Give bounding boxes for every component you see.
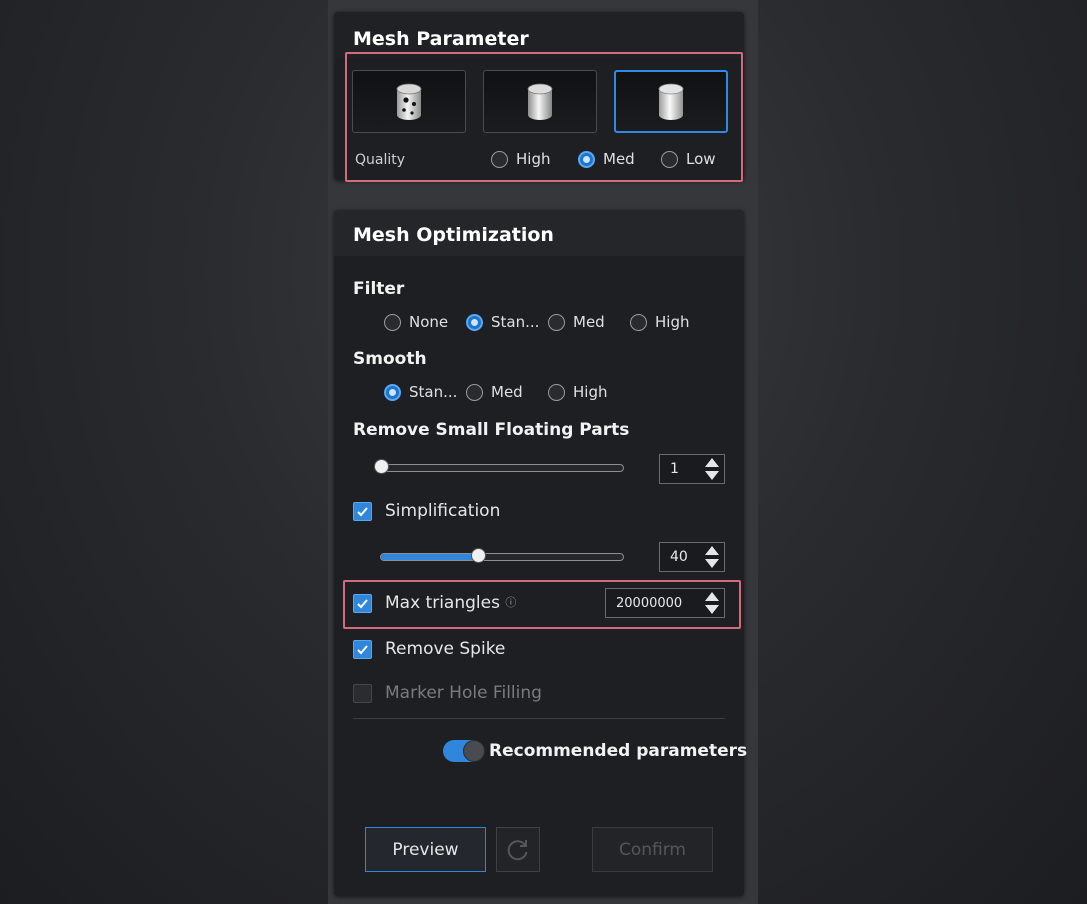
filter-radio-med[interactable]: Med [548, 313, 605, 331]
confirm-button[interactable]: Confirm [592, 827, 713, 872]
smooth-radio-med[interactable]: Med [466, 383, 523, 401]
smooth-radio-standard[interactable]: Stan... [384, 383, 457, 401]
quality-med-button[interactable] [483, 70, 597, 133]
cylinder-holes-icon [396, 83, 422, 120]
filter-label: Filter [353, 279, 405, 299]
marker-hole-filling-label: Marker Hole Filling [385, 683, 542, 703]
simplification-slider-handle[interactable] [470, 548, 486, 563]
smooth-label: Smooth [353, 349, 427, 369]
simplification-slider-fill [381, 554, 478, 560]
recommended-parameters-label: Recommended parameters [489, 741, 748, 761]
spin-arrows-icon[interactable] [704, 457, 720, 481]
section-divider [353, 718, 725, 719]
floating-parts-slider[interactable] [374, 459, 624, 474]
remove-spike-label: Remove Spike [385, 639, 506, 659]
recommended-parameters-toggle[interactable] [443, 740, 485, 762]
quality-radio-low[interactable]: Low [661, 150, 716, 168]
radio-button-icon [548, 383, 565, 401]
remove-spike-checkbox[interactable] [353, 640, 372, 659]
filter-radio-high[interactable]: High [630, 313, 689, 331]
checkmark-icon [357, 507, 368, 517]
quality-radio-med[interactable]: Med [578, 150, 635, 168]
spin-arrows-icon[interactable] [704, 591, 720, 615]
quality-low-button[interactable] [614, 70, 728, 133]
spin-arrows-icon[interactable] [704, 545, 720, 569]
quality-high-button[interactable] [352, 70, 466, 133]
radio-button-icon [466, 383, 483, 401]
simplification-checkbox[interactable] [353, 502, 372, 521]
checkmark-icon [357, 599, 368, 609]
simplification-spinbox[interactable]: 40 [659, 542, 725, 572]
radio-button-icon [384, 313, 401, 331]
max-triangles-label: Max triangles ⓘ [385, 593, 517, 613]
toggle-thumb [463, 740, 485, 762]
remove-floating-parts-label: Remove Small Floating Parts [353, 420, 630, 440]
reset-button[interactable] [496, 827, 540, 872]
quality-radio-high[interactable]: High [491, 150, 550, 168]
preview-button[interactable]: Preview [365, 827, 486, 872]
filter-radio-standard[interactable]: Stan... [466, 313, 539, 331]
floating-parts-spinbox[interactable]: 1 [659, 454, 725, 484]
simplification-slider[interactable] [380, 548, 624, 563]
radio-button-selected-icon [384, 383, 401, 401]
floating-parts-slider-handle[interactable] [374, 459, 389, 474]
radio-button-selected-icon [578, 150, 595, 168]
radio-button-icon [491, 150, 508, 168]
radio-button-selected-icon [466, 313, 483, 331]
smooth-radio-high[interactable]: High [548, 383, 607, 401]
radio-button-icon [548, 313, 565, 331]
checkmark-icon [357, 645, 368, 655]
refresh-icon [507, 839, 528, 860]
max-triangles-checkbox[interactable] [353, 594, 372, 613]
max-triangles-spinbox[interactable]: 20000000 [605, 588, 725, 618]
filter-radio-none[interactable]: None [384, 313, 448, 331]
marker-hole-filling-checkbox[interactable] [353, 684, 372, 703]
cylinder-medium-icon [527, 83, 553, 120]
quality-label: Quality [355, 152, 406, 168]
cylinder-smooth-icon [658, 83, 684, 120]
info-icon[interactable]: ⓘ [505, 596, 516, 609]
radio-button-icon [630, 313, 647, 331]
radio-button-icon [661, 150, 678, 168]
simplification-label: Simplification [385, 501, 501, 521]
mesh-optimization-title: Mesh Optimization [334, 210, 744, 256]
